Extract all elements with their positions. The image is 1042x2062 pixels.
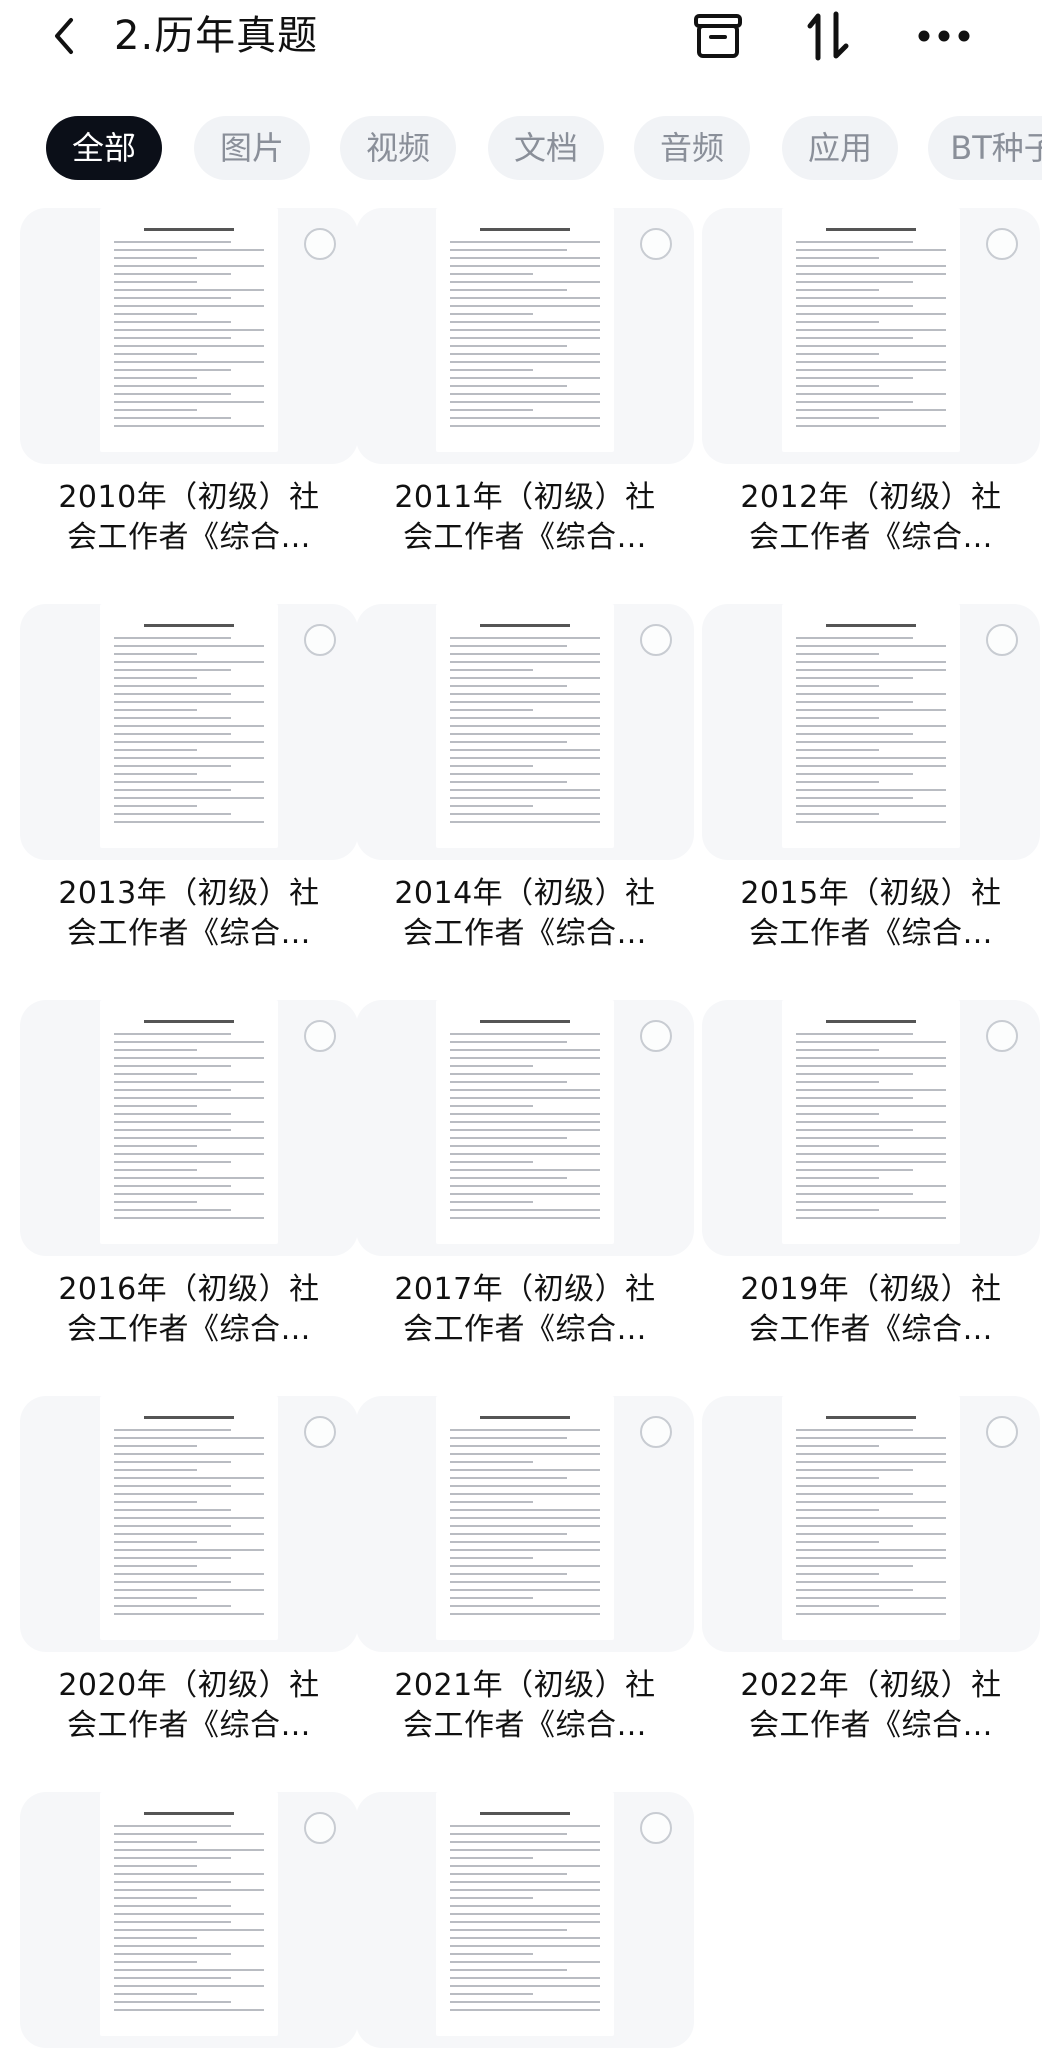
file-thumbnail [356, 604, 694, 860]
file-name-line1: 2011年（初级）社 [394, 480, 656, 515]
file-name-line1: 2015年（初级）社 [740, 876, 1002, 911]
file-name: 2011年（初级）社 会工作者《综合… [356, 464, 694, 558]
document-preview [782, 1396, 960, 1640]
file-name-line1: 2016年（初级）社 [58, 1272, 320, 1307]
file-name [20, 2048, 358, 2062]
document-preview [782, 208, 960, 452]
archive-box-icon [694, 14, 742, 58]
file-name: 2016年（初级）社 会工作者《综合… [20, 1256, 358, 1350]
file-name-line1: 2021年（初级）社 [394, 1668, 656, 1703]
file-name: 2014年（初级）社 会工作者《综合… [356, 860, 694, 954]
select-checkbox[interactable] [986, 624, 1018, 656]
file-name-line1: 2019年（初级）社 [740, 1272, 1002, 1307]
file-name-line2: 会工作者《综合… [403, 1312, 647, 1347]
document-preview [782, 1000, 960, 1244]
page-title: 2.历年真题 [114, 13, 319, 59]
file-name-line1: 2014年（初级）社 [394, 876, 656, 911]
file-name: 2020年（初级）社 会工作者《综合… [20, 1652, 358, 1746]
document-preview [100, 1792, 278, 2036]
document-preview [436, 1396, 614, 1640]
select-checkbox[interactable] [640, 1812, 672, 1844]
file-thumbnail [20, 1792, 358, 2048]
file-name-line2: 会工作者《综合… [403, 520, 647, 555]
back-button[interactable] [44, 8, 84, 64]
select-checkbox[interactable] [640, 228, 672, 260]
file-name-line1: 2022年（初级）社 [740, 1668, 1002, 1703]
file-name-line2: 会工作者《综合… [67, 520, 311, 555]
file-thumbnail [702, 1000, 1040, 1256]
document-preview [782, 604, 960, 848]
document-preview [436, 604, 614, 848]
file-thumbnail [356, 208, 694, 464]
document-preview [436, 208, 614, 452]
file-name-line2: 会工作者《综合… [67, 916, 311, 951]
select-checkbox[interactable] [640, 1020, 672, 1052]
document-preview [100, 208, 278, 452]
file-name-line1: 2012年（初级）社 [740, 480, 1002, 515]
file-name-line2: 会工作者《综合… [749, 1312, 993, 1347]
file-name-line2: 会工作者《综合… [749, 916, 993, 951]
document-preview [436, 1000, 614, 1244]
file-name-line2: 会工作者《综合… [403, 916, 647, 951]
document-preview [100, 1000, 278, 1244]
file-name-line1: 2013年（初级）社 [58, 876, 320, 911]
select-checkbox[interactable] [986, 1020, 1018, 1052]
chevron-left-icon [55, 18, 73, 54]
select-checkbox[interactable] [304, 624, 336, 656]
tab-documents[interactable]: 文档 [488, 116, 604, 180]
tab-audio[interactable]: 音频 [634, 116, 750, 180]
file-name: 2013年（初级）社 会工作者《综合… [20, 860, 358, 954]
file-thumbnail [20, 1396, 358, 1652]
file-thumbnail [20, 1000, 358, 1256]
file-name: 2012年（初级）社 会工作者《综合… [702, 464, 1040, 558]
sort-button[interactable] [806, 8, 850, 64]
select-checkbox[interactable] [986, 1416, 1018, 1448]
file-name: 2021年（初级）社 会工作者《综合… [356, 1652, 694, 1746]
document-preview [100, 1396, 278, 1640]
file-thumbnail [702, 1396, 1040, 1652]
select-checkbox[interactable] [986, 228, 1018, 260]
select-checkbox[interactable] [640, 1416, 672, 1448]
file-name: 2019年（初级）社 会工作者《综合… [702, 1256, 1040, 1350]
file-name: 2017年（初级）社 会工作者《综合… [356, 1256, 694, 1350]
file-name: 2010年（初级）社 会工作者《综合… [20, 464, 358, 558]
file-name-line1: 2020年（初级）社 [58, 1668, 320, 1703]
file-thumbnail [702, 208, 1040, 464]
document-preview [436, 1792, 614, 2036]
archive-button[interactable] [690, 8, 746, 64]
filter-tabs: 全部 图片 视频 文档 音频 应用 BT种子 [0, 116, 1042, 182]
file-name: 2015年（初级）社 会工作者《综合… [702, 860, 1040, 954]
select-checkbox[interactable] [640, 624, 672, 656]
file-thumbnail [20, 604, 358, 860]
file-thumbnail [20, 208, 358, 464]
file-name-line1: 2010年（初级）社 [58, 480, 320, 515]
file-thumbnail [702, 604, 1040, 860]
tab-apps[interactable]: 应用 [782, 116, 898, 180]
more-horizontal-icon [918, 30, 970, 42]
file-name-line2: 会工作者《综合… [67, 1312, 311, 1347]
select-checkbox[interactable] [304, 1020, 336, 1052]
more-button[interactable] [914, 8, 974, 64]
file-name: 2022年（初级）社 会工作者《综合… [702, 1652, 1040, 1746]
file-name [356, 2048, 694, 2062]
tab-all[interactable]: 全部 [46, 116, 162, 180]
select-checkbox[interactable] [304, 228, 336, 260]
file-name-line2: 会工作者《综合… [749, 1708, 993, 1743]
file-name-line1: 2017年（初级）社 [394, 1272, 656, 1307]
select-checkbox[interactable] [304, 1416, 336, 1448]
document-preview [100, 604, 278, 848]
tab-bt-torrents[interactable]: BT种子 [928, 116, 1042, 180]
file-thumbnail [356, 1000, 694, 1256]
sort-arrows-icon [807, 11, 849, 61]
top-bar: 2.历年真题 [0, 0, 1042, 80]
file-name-line2: 会工作者《综合… [67, 1708, 311, 1743]
tab-images[interactable]: 图片 [194, 116, 310, 180]
file-thumbnail [356, 1396, 694, 1652]
file-thumbnail [356, 1792, 694, 2048]
select-checkbox[interactable] [304, 1812, 336, 1844]
file-name-line2: 会工作者《综合… [403, 1708, 647, 1743]
tab-videos[interactable]: 视频 [340, 116, 456, 180]
file-name-line2: 会工作者《综合… [749, 520, 993, 555]
